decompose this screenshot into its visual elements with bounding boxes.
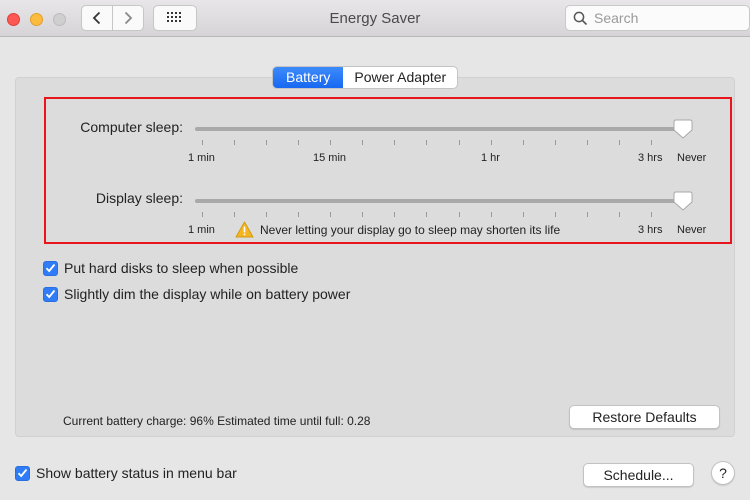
slider-tick <box>394 212 396 217</box>
slider-tick <box>426 140 428 145</box>
tick-label-15-min: 15 min <box>313 152 347 164</box>
tab-bar: Battery Power Adapter <box>272 66 459 89</box>
computer-sleep-slider-knob[interactable] <box>673 119 693 139</box>
slider-tick <box>554 212 556 217</box>
battery-status-text: Current battery charge: 96% Estimated ti… <box>63 414 371 428</box>
search-icon <box>573 11 588 25</box>
slider-tick <box>650 212 652 217</box>
dim-display-checkbox[interactable] <box>43 286 58 302</box>
slider-tick <box>330 212 332 217</box>
slider-tick <box>618 212 620 217</box>
slider-tick <box>298 212 300 217</box>
slider-tick <box>490 140 492 145</box>
slider-tick <box>522 140 524 145</box>
tick-label-never: Never <box>677 152 707 164</box>
computer-sleep-label: Computer sleep: <box>80 119 183 135</box>
display-sleep-slider-track[interactable] <box>195 199 685 203</box>
slider-tick <box>298 140 300 145</box>
tick-label-1-min: 1 min <box>188 224 215 236</box>
hard-disk-sleep-checkbox[interactable] <box>43 260 58 276</box>
show-battery-status-checkbox[interactable] <box>15 465 30 481</box>
checkmark-icon <box>17 468 28 478</box>
tick-label-3-hrs: 3 hrs <box>638 224 663 236</box>
schedule-button[interactable]: Schedule... <box>583 463 694 487</box>
slider-tick <box>266 140 268 145</box>
hard-disk-sleep-option[interactable]: Put hard disks to sleep when possible <box>43 260 298 276</box>
restore-defaults-button[interactable]: Restore Defaults <box>569 405 720 429</box>
slider-tick <box>586 140 588 145</box>
tick-label-never: Never <box>677 224 707 236</box>
show-battery-status-option[interactable]: Show battery status in menu bar <box>15 465 237 481</box>
help-button[interactable]: ? <box>711 461 735 485</box>
tab-power-adapter[interactable]: Power Adapter <box>343 67 457 88</box>
slider-tick <box>554 140 556 145</box>
warning-icon <box>235 221 254 238</box>
slider-tick <box>234 212 236 217</box>
slider-tick <box>394 140 396 145</box>
hard-disk-sleep-label: Put hard disks to sleep when possible <box>64 260 299 276</box>
tick-label-1-min: 1 min <box>188 152 215 164</box>
search-field[interactable] <box>565 5 750 31</box>
slider-tick <box>522 212 524 217</box>
slider-tick <box>426 212 428 217</box>
slider-tick <box>362 212 364 217</box>
checkmark-icon <box>45 289 56 299</box>
slider-tick <box>234 140 236 145</box>
warning-text: Never letting your display go to sleep m… <box>260 222 561 237</box>
slider-tick <box>202 212 203 217</box>
display-sleep-label: Display sleep: <box>95 190 183 206</box>
display-sleep-slider-knob[interactable] <box>673 191 693 211</box>
slider-tick <box>266 212 268 217</box>
show-battery-status-label: Show battery status in menu bar <box>36 465 237 481</box>
dim-display-label: Slightly dim the display while on batter… <box>64 286 351 302</box>
tick-label-1-hr: 1 hr <box>481 152 500 164</box>
slider-tick <box>650 140 652 145</box>
slider-tick <box>458 140 460 145</box>
tab-battery[interactable]: Battery <box>273 67 344 88</box>
slider-tick <box>586 212 588 217</box>
slider-tick <box>490 212 492 217</box>
slider-tick <box>330 140 332 145</box>
checkmark-icon <box>45 263 56 273</box>
slider-tick <box>362 140 364 145</box>
dim-display-option[interactable]: Slightly dim the display while on batter… <box>43 286 350 302</box>
slider-tick <box>618 140 620 145</box>
display-sleep-warning: Never letting your display go to sleep m… <box>235 221 560 238</box>
computer-sleep-slider-track[interactable] <box>195 127 685 131</box>
slider-tick <box>202 140 203 145</box>
search-input[interactable] <box>594 10 744 26</box>
title-bar: Energy Saver <box>0 0 750 37</box>
tick-label-3-hrs: 3 hrs <box>638 152 663 164</box>
slider-tick <box>458 212 460 217</box>
